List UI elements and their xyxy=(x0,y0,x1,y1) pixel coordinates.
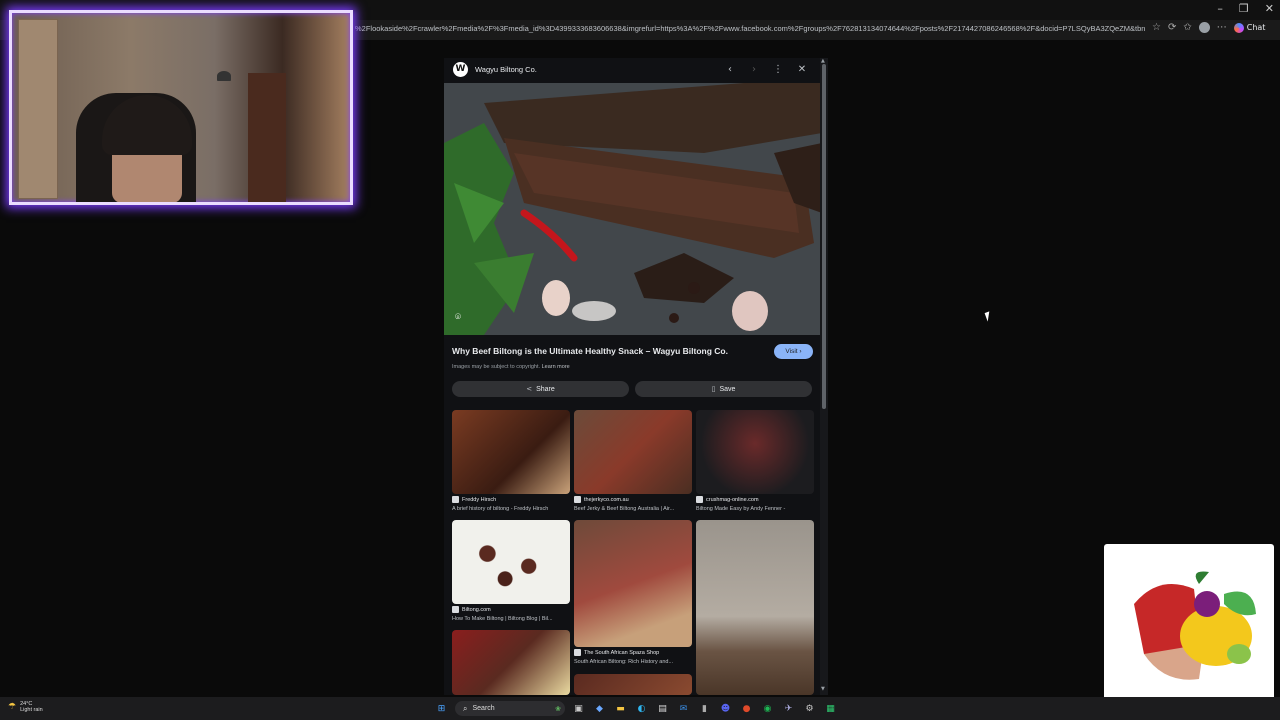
taskbar: ☂ 24°C Light rain ⊞ ⌕ Search ❀ ▣ ◆ ▬ ◐ ▤… xyxy=(0,697,1280,720)
webcam-overlay xyxy=(9,10,353,205)
visit-button[interactable]: Visit › xyxy=(774,344,813,359)
scroll-down-icon[interactable]: ▼ xyxy=(821,686,825,692)
favicon xyxy=(574,649,581,656)
fruit-head-illustration xyxy=(1134,571,1256,680)
chat-button[interactable]: Chat xyxy=(1233,22,1266,33)
visit-label: Visit xyxy=(785,348,798,355)
spotify-icon[interactable]: ◉ xyxy=(760,701,775,716)
related-title-5[interactable]: South African Biltong: Rich History and.… xyxy=(574,659,692,665)
copilot-app-icon[interactable]: ◆ xyxy=(592,701,607,716)
source-name: thejerkyco.com.au xyxy=(584,496,629,503)
screen: – ❐ ✕ %2Flookaside%2Fcrawler%2Fmedia%2F%… xyxy=(0,0,1280,720)
close-icon[interactable]: ✕ xyxy=(794,62,810,78)
chevron-left-icon[interactable]: ‹ xyxy=(722,62,738,78)
webcam-lamp xyxy=(217,71,231,81)
copyright-text: Images may be subject to copyright. xyxy=(452,364,541,370)
chat-label: Chat xyxy=(1246,23,1266,32)
related-thumb-3[interactable] xyxy=(696,410,814,494)
related-thumb-7[interactable] xyxy=(452,630,570,695)
restore-icon[interactable]: ❐ xyxy=(1239,2,1249,15)
cloud-rain-icon: ☂ xyxy=(8,702,17,712)
source-name: The South African Spaza Shop xyxy=(584,649,660,656)
scroll-thumb[interactable] xyxy=(822,64,826,409)
site-name[interactable]: Wagyu Biltong Co. xyxy=(475,65,537,74)
steam-icon[interactable]: ✈ xyxy=(781,701,796,716)
share-label: Share xyxy=(536,385,555,393)
store-icon[interactable]: ▤ xyxy=(655,701,670,716)
chevron-right-icon[interactable]: › xyxy=(746,62,762,78)
viewer-header: W Wagyu Biltong Co. ‹ › ⋮ ✕ xyxy=(444,58,822,82)
webcam-shelf xyxy=(248,73,286,202)
copyright-notice: Images may be subject to copyright. Lear… xyxy=(452,364,570,370)
favicon xyxy=(452,606,459,613)
site-logo[interactable]: W xyxy=(453,62,468,77)
address-bar-icons: ☆ ⟳ ✩ ⋯ Chat xyxy=(1152,22,1265,33)
mail-icon[interactable]: ✉ xyxy=(676,701,691,716)
related-title-2[interactable]: Beef Jerky & Beef Biltong Australia | Ai… xyxy=(574,506,692,512)
related-thumb-4[interactable] xyxy=(452,520,570,604)
image-title[interactable]: Why Beef Biltong is the Ultimate Healthy… xyxy=(452,346,762,356)
streaming-app-icon[interactable]: ▦ xyxy=(823,701,838,716)
profile-avatar[interactable] xyxy=(1198,22,1210,33)
reload-icon[interactable]: ⟳ xyxy=(1168,22,1176,33)
file-explorer-icon[interactable]: ▬ xyxy=(613,701,628,716)
lens-icon[interactable]: ⌾ xyxy=(455,312,461,323)
related-thumb-6[interactable] xyxy=(696,520,814,695)
source-name: crushmag-online.com xyxy=(706,496,759,503)
more-vert-icon[interactable]: ⋮ xyxy=(770,62,786,78)
browser-app-icon[interactable]: ● xyxy=(739,701,754,716)
minimize-icon[interactable]: – xyxy=(1217,2,1223,15)
related-title-4[interactable]: How To Make Biltong | Biltong Blog | Bil… xyxy=(452,616,570,622)
related-thumb-5[interactable] xyxy=(574,520,692,647)
related-thumb-2[interactable] xyxy=(574,410,692,494)
favicon xyxy=(452,496,459,503)
discord-icon[interactable]: ☻ xyxy=(718,701,733,716)
related-title-3[interactable]: Biltong Made Easy by Andy Fenner - xyxy=(696,506,814,512)
favicon xyxy=(696,496,703,503)
related-thumb-1[interactable] xyxy=(452,410,570,494)
source-name: Freddy Hirsch xyxy=(462,496,497,503)
sticker-overlay xyxy=(1104,544,1274,714)
app-icon[interactable]: ▮ xyxy=(697,701,712,716)
related-source-4[interactable]: Biltong.com xyxy=(452,606,491,613)
close-window-icon[interactable]: ✕ xyxy=(1265,2,1274,15)
related-thumb-8[interactable] xyxy=(574,674,692,695)
save-button[interactable]: ▯ Save xyxy=(635,381,812,397)
more-icon[interactable]: ⋯ xyxy=(1217,22,1227,33)
search-highlight-icon: ❀ xyxy=(555,705,561,713)
biltong-photo xyxy=(444,83,822,335)
taskbar-search[interactable]: ⌕ Search ❀ xyxy=(455,701,565,716)
weather-widget[interactable]: ☂ 24°C Light rain xyxy=(8,701,43,713)
mouse-cursor-icon xyxy=(984,311,993,322)
search-label: Search xyxy=(472,705,495,712)
webcam-door xyxy=(18,19,58,199)
url-field[interactable]: %2Flookaside%2Fcrawler%2Fmedia%2F%3Fmedi… xyxy=(355,24,1145,37)
save-label: Save xyxy=(719,385,736,393)
taskbar-apps: ⊞ ⌕ Search ❀ ▣ ◆ ▬ ◐ ▤ ✉ ▮ ☻ ● ◉ ✈ ⚙ ▦ xyxy=(434,701,838,716)
search-icon: ⌕ xyxy=(463,703,468,713)
related-source-2[interactable]: thejerkyco.com.au xyxy=(574,496,629,503)
star-icon[interactable]: ☆ xyxy=(1152,22,1161,33)
share-button[interactable]: < Share xyxy=(452,381,629,397)
related-title-1[interactable]: A brief history of biltong - Freddy Hirs… xyxy=(452,506,570,512)
learn-more-link[interactable]: Learn more xyxy=(542,364,570,370)
copilot-icon xyxy=(1233,22,1244,33)
task-view-icon[interactable]: ▣ xyxy=(571,701,586,716)
bookmark-icon: ▯ xyxy=(711,385,716,393)
favorites-icon[interactable]: ✩ xyxy=(1183,22,1191,33)
related-source-5[interactable]: The South African Spaza Shop xyxy=(574,649,659,656)
settings-icon[interactable]: ⚙ xyxy=(802,701,817,716)
weather-condition: Light rain xyxy=(20,707,43,713)
image-viewer-panel: W Wagyu Biltong Co. ‹ › ⋮ ✕ ⌾ Why Beef B… xyxy=(444,58,822,695)
edge-icon[interactable]: ◐ xyxy=(634,701,649,716)
share-icon: < xyxy=(526,385,533,393)
source-name: Biltong.com xyxy=(462,606,491,613)
windows-start-icon[interactable]: ⊞ xyxy=(434,701,449,716)
related-source-3[interactable]: crushmag-online.com xyxy=(696,496,759,503)
window-controls: – ❐ ✕ xyxy=(1217,2,1274,15)
related-source-1[interactable]: Freddy Hirsch xyxy=(452,496,496,503)
viewer-scrollbar[interactable]: ▲ ▼ xyxy=(820,58,828,695)
favicon xyxy=(574,496,581,503)
main-image[interactable] xyxy=(444,83,822,335)
